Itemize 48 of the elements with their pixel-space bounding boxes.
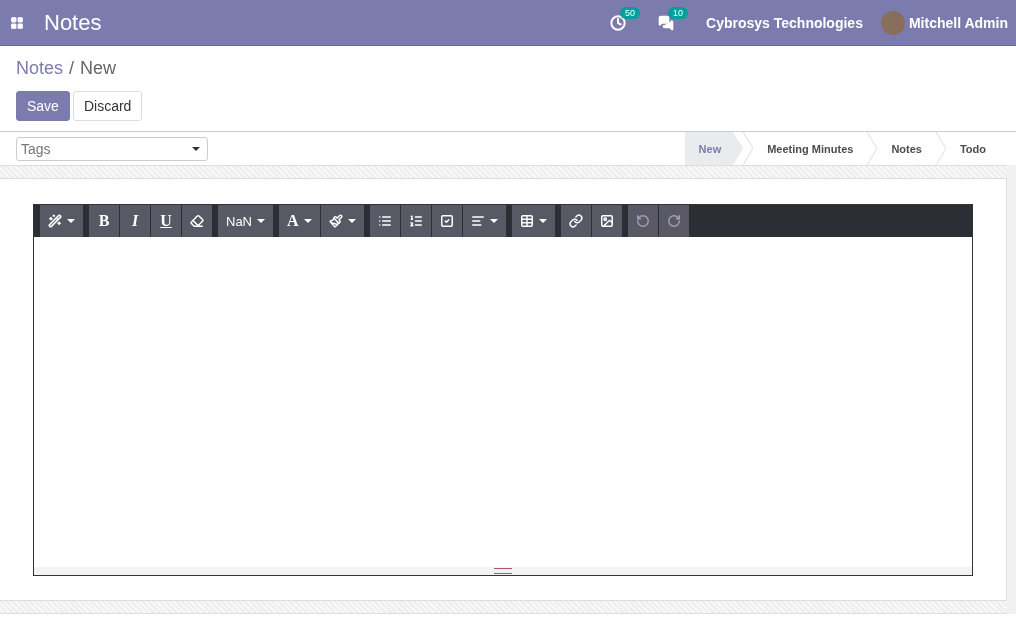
link-button[interactable] bbox=[560, 205, 591, 237]
magic-wand-icon bbox=[48, 214, 62, 228]
clock-icon[interactable] bbox=[610, 14, 627, 31]
chevron-divider bbox=[743, 132, 754, 165]
font-color-button[interactable]: A bbox=[279, 205, 320, 237]
italic-button[interactable]: I bbox=[120, 205, 150, 237]
brush-icon bbox=[328, 214, 343, 228]
messages-count: 10 bbox=[668, 6, 689, 19]
activity-count: 50 bbox=[620, 6, 641, 19]
chat-icon[interactable] bbox=[658, 14, 675, 31]
image-button[interactable] bbox=[591, 205, 622, 237]
bullet-list-icon bbox=[377, 214, 392, 228]
save-button[interactable]: Save bbox=[16, 91, 70, 121]
checklist-button[interactable] bbox=[431, 205, 462, 237]
align-left-icon bbox=[470, 214, 485, 228]
breadcrumb-item[interactable]: Notes bbox=[16, 58, 64, 79]
link-icon bbox=[568, 214, 583, 228]
brush-button[interactable] bbox=[320, 205, 364, 237]
size-button[interactable]: NaN bbox=[218, 205, 273, 237]
tags-field[interactable]: Tags bbox=[16, 136, 208, 161]
numbers-button[interactable] bbox=[400, 205, 431, 237]
scrollbar[interactable] bbox=[1007, 165, 1016, 614]
caret-icon bbox=[192, 146, 200, 151]
eraser-icon bbox=[190, 214, 204, 228]
image-icon bbox=[599, 214, 614, 228]
company-name[interactable]: Cybrosys Technologies bbox=[706, 14, 863, 31]
checkbox-icon bbox=[439, 214, 454, 228]
table-icon bbox=[519, 214, 534, 228]
wand-button[interactable] bbox=[40, 205, 83, 237]
app-title: Notes bbox=[44, 9, 102, 36]
eraser-button[interactable] bbox=[182, 205, 212, 237]
chevron-divider bbox=[935, 132, 946, 165]
grip-icon bbox=[494, 568, 512, 574]
breadcrumb-separator: / bbox=[69, 58, 75, 79]
apps-menu-icon[interactable] bbox=[10, 15, 24, 30]
numbered-list-icon bbox=[408, 214, 423, 228]
breadcrumb-item: New bbox=[80, 58, 117, 79]
discard-button[interactable]: Discard bbox=[72, 91, 143, 121]
stage-step[interactable]: New bbox=[684, 132, 744, 165]
bold-button[interactable]: B bbox=[89, 205, 119, 237]
align-button[interactable] bbox=[462, 205, 506, 237]
chevron-divider bbox=[867, 132, 878, 165]
redo-icon bbox=[666, 214, 681, 228]
user-name[interactable]: Mitchell Admin bbox=[908, 14, 1008, 31]
underline-button[interactable]: U bbox=[151, 205, 181, 237]
bullets-button[interactable] bbox=[369, 205, 400, 237]
table-button[interactable] bbox=[511, 205, 555, 237]
undo-icon bbox=[635, 214, 650, 228]
